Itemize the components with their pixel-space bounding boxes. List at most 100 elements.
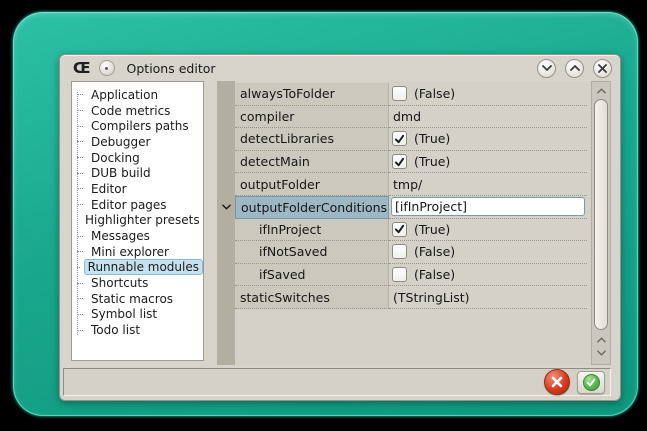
tree-branch-icon bbox=[77, 267, 80, 268]
row-gutter bbox=[217, 83, 235, 106]
property-name-cell[interactable]: detectMain bbox=[235, 151, 389, 174]
property-row-detectMain[interactable]: detectMain (True) bbox=[217, 151, 587, 174]
property-name-cell[interactable]: detectLibraries bbox=[235, 128, 389, 151]
property-name-cell[interactable]: outputFolder bbox=[235, 173, 389, 196]
checkbox-box[interactable] bbox=[392, 222, 407, 237]
value-edit-input[interactable] bbox=[391, 197, 585, 216]
scrollbar-thumb[interactable] bbox=[594, 99, 608, 330]
minimize-button[interactable] bbox=[537, 59, 556, 78]
property-row-staticSwitches[interactable]: staticSwitches (TStringList) bbox=[217, 286, 587, 309]
sidebar-item-code-metrics[interactable]: Code metrics bbox=[72, 103, 203, 119]
category-tree[interactable]: Application Code metrics Compilers paths… bbox=[71, 81, 204, 361]
property-name: ifSaved bbox=[259, 267, 306, 282]
property-value-cell[interactable]: dmd bbox=[389, 106, 587, 129]
property-value-text: dmd bbox=[389, 109, 421, 124]
sidebar-item-static-macros[interactable]: Static macros bbox=[72, 291, 203, 307]
checkbox-state-label: (True) bbox=[414, 222, 450, 237]
sidebar-item-dub-build[interactable]: DUB build bbox=[72, 165, 203, 181]
tree-branch-icon bbox=[77, 314, 83, 315]
value-edit-field[interactable] bbox=[389, 196, 587, 217]
tree-branch-icon bbox=[77, 298, 83, 299]
sidebar-item-todo-list[interactable]: Todo list bbox=[72, 322, 203, 338]
property-name: outputFolderConditions bbox=[241, 200, 387, 215]
property-row-detectLibraries[interactable]: detectLibraries (True) bbox=[217, 128, 587, 151]
property-row-outputFolderConditions[interactable]: outputFolderConditions bbox=[217, 196, 587, 219]
property-row-ifNotSaved[interactable]: ifNotSaved (False) bbox=[217, 241, 587, 264]
tree-branch-icon bbox=[77, 283, 83, 284]
checkbox[interactable]: (True) bbox=[389, 222, 450, 237]
sidebar-item-debugger[interactable]: Debugger bbox=[72, 134, 203, 150]
checkbox[interactable]: (False) bbox=[389, 267, 455, 282]
property-name-cell[interactable]: ifNotSaved bbox=[235, 241, 389, 264]
sidebar-item-editor[interactable]: Editor bbox=[72, 181, 203, 197]
property-value-cell[interactable]: (False) bbox=[389, 241, 587, 264]
property-value-cell[interactable]: (False) bbox=[389, 83, 587, 106]
checkbox-box[interactable] bbox=[392, 131, 407, 146]
property-name-cell[interactable]: outputFolderConditions bbox=[235, 196, 389, 219]
tree-branch-icon bbox=[77, 330, 83, 331]
checkbox-state-label: (True) bbox=[414, 154, 450, 169]
property-value-cell[interactable]: (True) bbox=[389, 151, 587, 174]
property-rows: alwaysToFolder (False) compiler bbox=[217, 83, 587, 309]
property-row-outputFolder[interactable]: outputFolder tmp/ bbox=[217, 173, 587, 196]
property-value-cell[interactable]: (False) bbox=[389, 264, 587, 287]
cancel-button[interactable] bbox=[544, 369, 570, 395]
property-name: outputFolder bbox=[240, 177, 320, 192]
titlebar[interactable]: Œ Options editor bbox=[60, 55, 620, 81]
property-name-cell[interactable]: ifSaved bbox=[235, 264, 389, 287]
checkbox[interactable]: (False) bbox=[389, 244, 455, 259]
scroll-up-icon[interactable] bbox=[594, 334, 608, 346]
sidebar-item-runnable-modules[interactable]: Runnable modules bbox=[72, 260, 203, 276]
property-value-cell[interactable]: (True) bbox=[389, 219, 587, 242]
property-name-cell[interactable]: compiler bbox=[235, 106, 389, 129]
property-row-ifSaved[interactable]: ifSaved (False) bbox=[217, 264, 587, 287]
property-name-cell[interactable]: staticSwitches bbox=[235, 286, 389, 309]
sidebar-item-editor-pages[interactable]: Editor pages bbox=[72, 197, 203, 213]
sidebar-item-compilers-paths[interactable]: Compilers paths bbox=[72, 118, 203, 134]
maximize-button[interactable] bbox=[565, 59, 584, 78]
tree-branch-icon bbox=[77, 157, 83, 158]
sidebar-item-label: Editor pages bbox=[87, 197, 171, 213]
close-button[interactable] bbox=[593, 59, 612, 78]
sidebar-item-messages[interactable]: Messages bbox=[72, 228, 203, 244]
chevron-up-icon bbox=[570, 65, 580, 71]
property-name: alwaysToFolder bbox=[240, 86, 335, 101]
checkbox-box[interactable] bbox=[392, 244, 407, 259]
property-row-ifInProject[interactable]: ifInProject (True) bbox=[217, 219, 587, 242]
checkbox[interactable]: (False) bbox=[389, 86, 455, 101]
property-row-alwaysToFolder[interactable]: alwaysToFolder (False) bbox=[217, 83, 587, 106]
property-name-cell[interactable]: alwaysToFolder bbox=[235, 83, 389, 106]
property-value-cell[interactable] bbox=[389, 196, 587, 219]
property-name-cell[interactable]: ifInProject bbox=[235, 219, 389, 242]
property-value-cell[interactable]: tmp/ bbox=[389, 173, 587, 196]
scroll-up-icon[interactable] bbox=[594, 85, 608, 97]
sidebar-item-mini-explorer[interactable]: Mini explorer bbox=[72, 244, 203, 260]
accept-button[interactable] bbox=[577, 371, 605, 394]
checkbox-box[interactable] bbox=[392, 154, 407, 169]
property-name: ifNotSaved bbox=[259, 244, 327, 259]
checkbox-state-label: (True) bbox=[414, 131, 450, 146]
property-value-cell[interactable]: (TStringList) bbox=[389, 286, 587, 309]
sidebar-item-symbol-list[interactable]: Symbol list bbox=[72, 307, 203, 323]
checkbox[interactable]: (True) bbox=[389, 131, 450, 146]
checkbox-box[interactable] bbox=[392, 86, 407, 101]
checkbox[interactable]: (True) bbox=[389, 154, 450, 169]
sidebar-item-label: Docking bbox=[87, 150, 144, 166]
sidebar-item-label: Application bbox=[87, 87, 162, 103]
sidebar-item-shortcuts[interactable]: Shortcuts bbox=[72, 275, 203, 291]
sidebar-item-application[interactable]: Application bbox=[72, 87, 203, 103]
checkbox-box[interactable] bbox=[392, 267, 407, 282]
row-gutter bbox=[217, 196, 235, 219]
property-name: compiler bbox=[240, 109, 294, 124]
property-value-cell[interactable]: (True) bbox=[389, 128, 587, 151]
window-frame: Œ Options editor Appli bbox=[13, 12, 638, 416]
row-gutter bbox=[217, 219, 235, 242]
tree-branch-icon bbox=[77, 126, 83, 127]
titlebar-orb-button[interactable] bbox=[99, 60, 115, 76]
grid-vertical-scrollbar[interactable] bbox=[591, 81, 611, 365]
sidebar-item-docking[interactable]: Docking bbox=[72, 150, 203, 166]
scroll-down-icon[interactable] bbox=[594, 347, 608, 359]
sidebar-item-highlighter-presets[interactable]: Highlighter presets bbox=[72, 213, 203, 229]
property-row-compiler[interactable]: compiler dmd bbox=[217, 106, 587, 129]
sidebar-item-label: Highlighter presets bbox=[81, 212, 204, 228]
